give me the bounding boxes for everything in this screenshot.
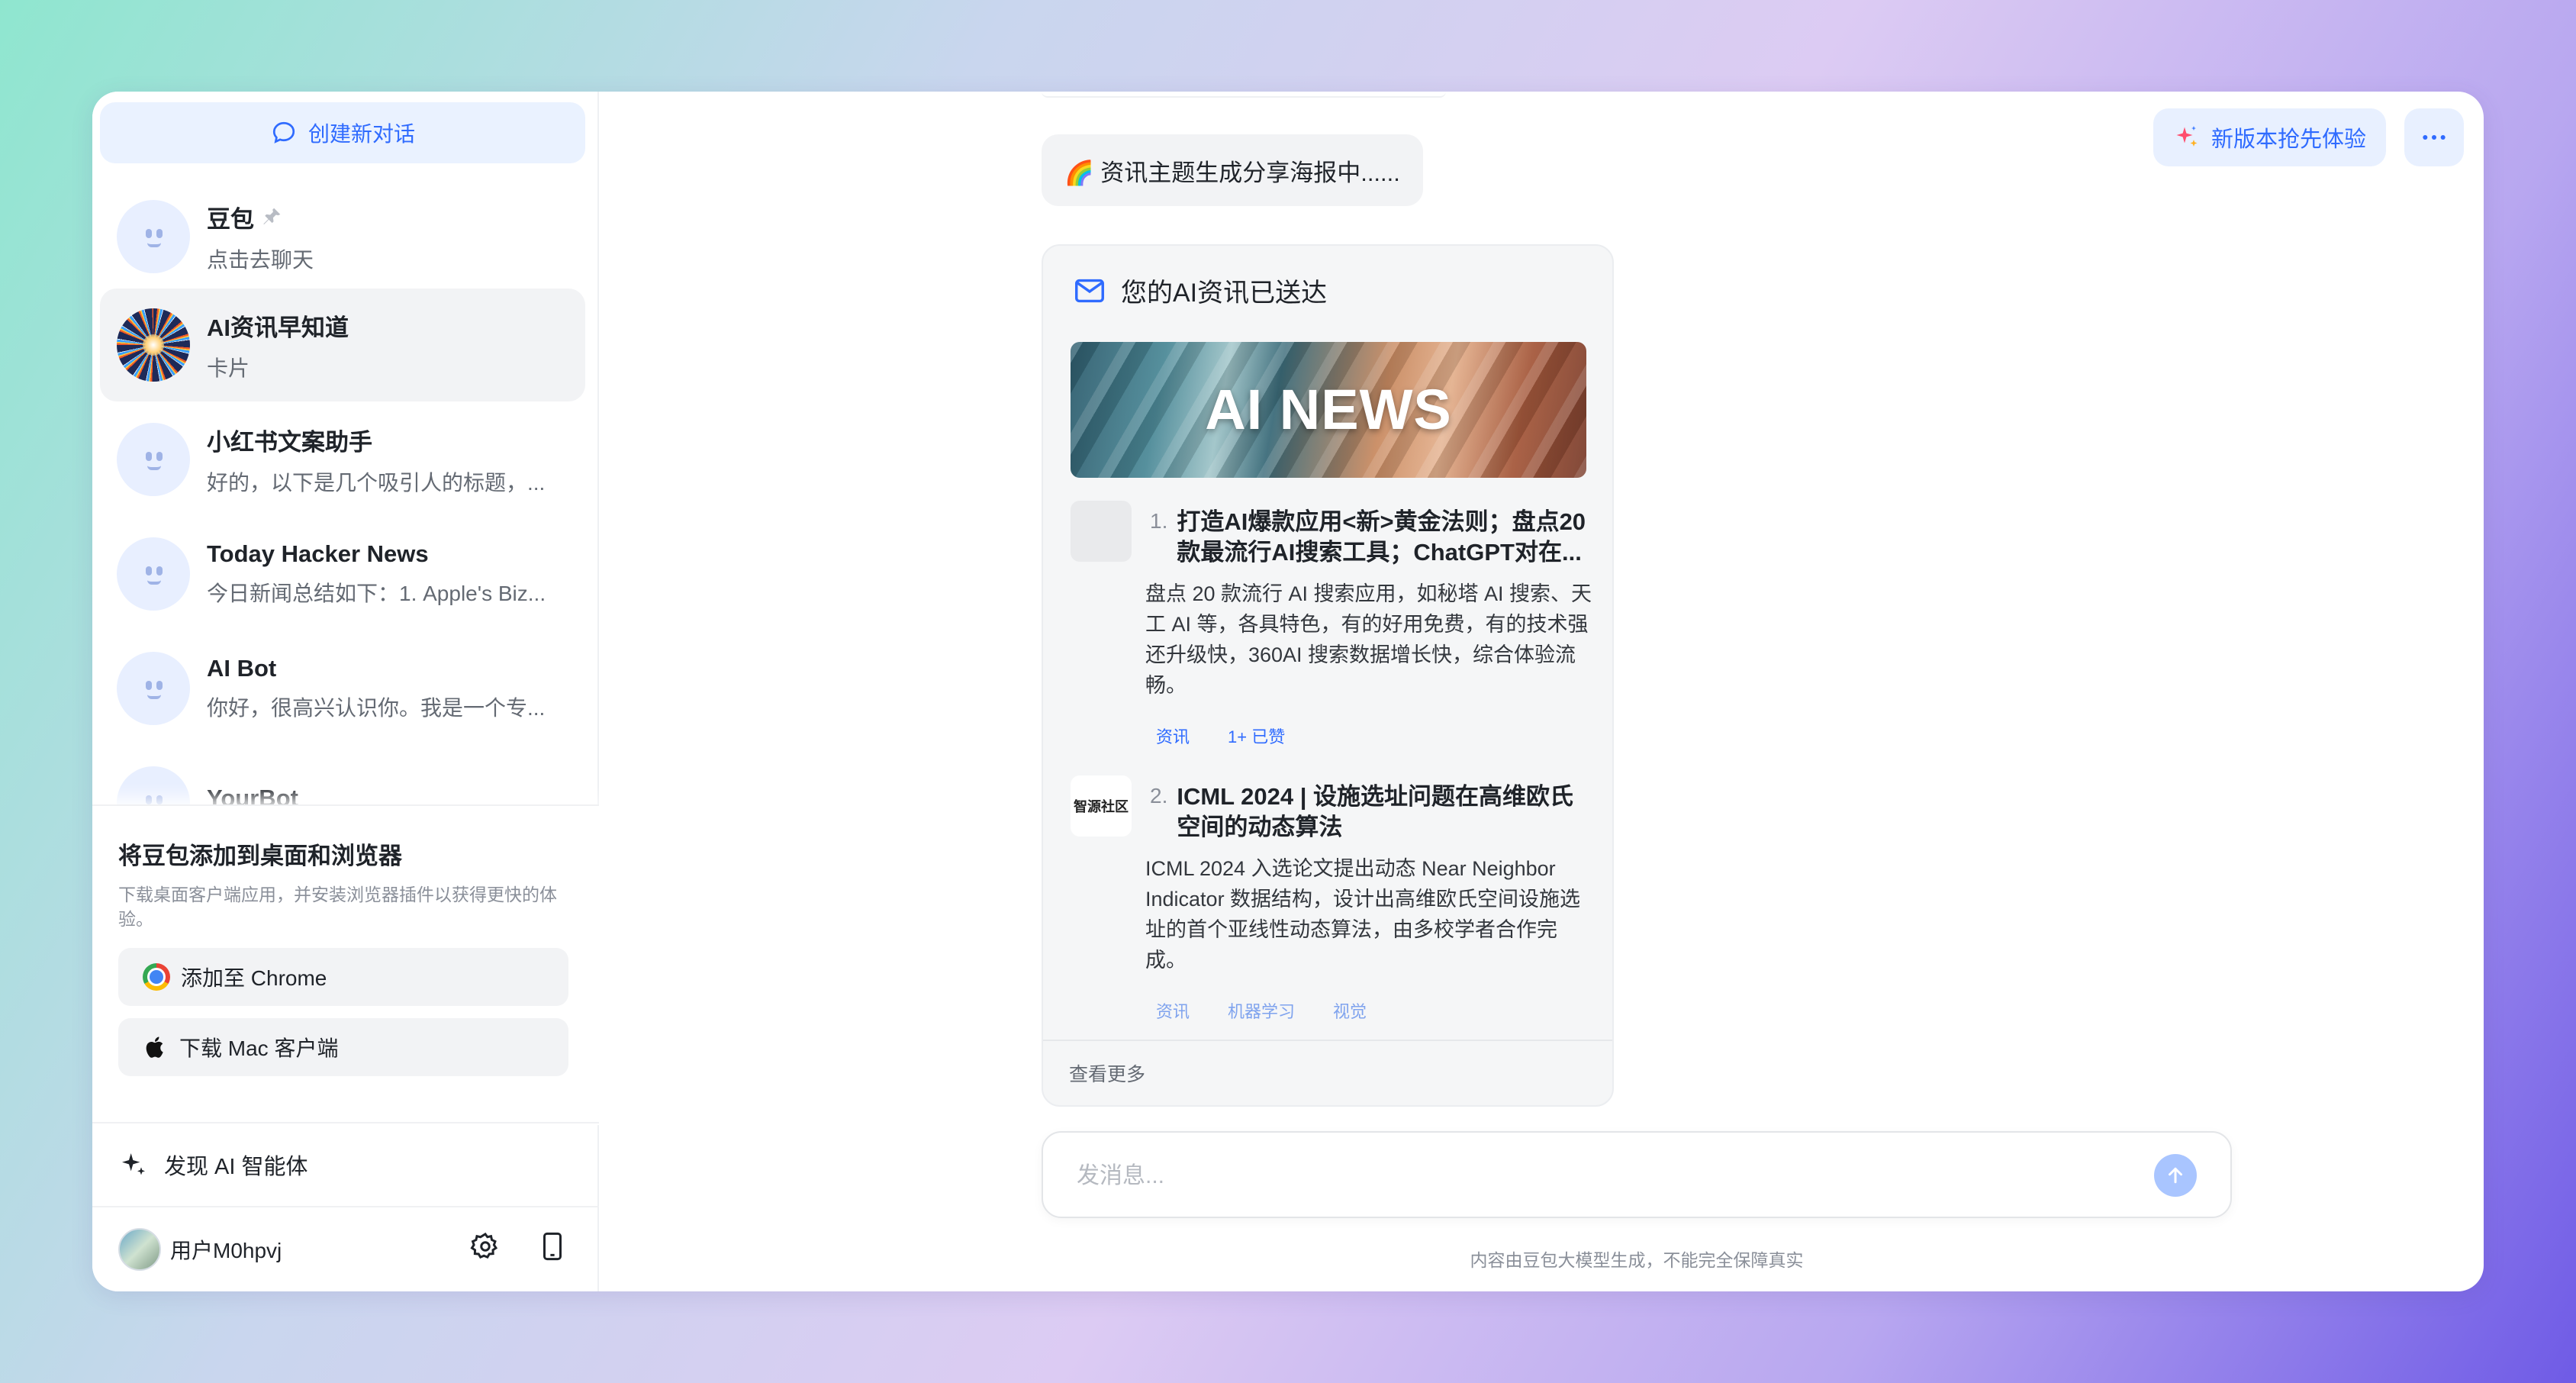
chat-item-xiaohongshu[interactable]: 小红书文案助手 好的，以下是几个吸引人的标题，... <box>100 403 585 516</box>
discover-agents-button[interactable]: 发现 AI 智能体 <box>92 1122 599 1207</box>
bot-avatar <box>117 652 190 725</box>
news-tag: 机器学习 <box>1228 1002 1296 1021</box>
discover-label: 发现 AI 智能体 <box>164 1155 308 1179</box>
bot-avatar <box>117 200 190 273</box>
chat-item-ai-bot[interactable]: AI Bot 你好，很高兴认识你。我是一个专... <box>100 632 585 745</box>
chat-subtitle: 卡片 <box>207 356 250 380</box>
more-dots-icon <box>2423 135 2446 140</box>
status-message: 🌈 资讯主题生成分享海报中...... <box>1042 134 1423 206</box>
chat-subtitle: 今日新闻总结如下：1. Apple's Biz... <box>207 582 546 605</box>
more-options-button[interactable] <box>2404 108 2464 166</box>
user-bar: 用户M0hpvj <box>92 1207 599 1291</box>
settings-gear-icon[interactable] <box>469 1230 501 1262</box>
status-message-text: 🌈 资讯主题生成分享海报中...... <box>1064 159 1400 186</box>
news-tags: 资讯 机器学习 视觉 <box>1156 998 1405 1023</box>
send-button[interactable] <box>2154 1154 2197 1197</box>
install-promo: 将豆包添加到桌面和浏览器 下载桌面客户端应用，并安装浏览器插件以获得更快的体验。… <box>92 804 599 1125</box>
chat-title: 小红书文案助手 <box>207 428 372 456</box>
card-title: 您的AI资讯已送达 <box>1121 279 1328 308</box>
news-tag: 资讯 <box>1156 727 1190 746</box>
chat-title: AI Bot <box>207 655 277 682</box>
news-title[interactable]: 打造AI爆款应用<新>黄金法则；盘点20款最流行AI搜索工具；ChatGPT对在… <box>1177 507 1592 568</box>
chrome-icon <box>143 963 170 991</box>
bot-avatar <box>117 537 190 611</box>
apple-icon <box>146 1036 163 1058</box>
news-summary: 盘点 20 款流行 AI 搜索应用，如秘塔 AI 搜索、天工 AI 等，各具特色… <box>1145 582 1592 697</box>
news-tags: 资讯 1+ 已赞 <box>1156 724 1323 748</box>
add-to-chrome-button[interactable]: 添加至 Chrome <box>118 948 568 1006</box>
user-name[interactable]: 用户M0hpvj <box>170 1234 282 1265</box>
arrow-up-icon <box>2169 1167 2182 1184</box>
news-title[interactable]: ICML 2024 | 设施选址问题在高维欧氏空间的动态算法 <box>1177 782 1592 843</box>
ai-news-avatar <box>117 308 190 382</box>
news-number: 2. <box>1150 784 1168 808</box>
promo-title: 将豆包添加到桌面和浏览器 <box>118 843 402 869</box>
download-mac-button[interactable]: 下载 Mac 客户端 <box>118 1018 568 1076</box>
chat-item-hacker-news[interactable]: Today Hacker News 今日新闻总结如下：1. Apple's Bi… <box>100 517 585 630</box>
chat-bubble-icon <box>272 121 295 143</box>
view-more-button[interactable]: 查看更多 <box>1043 1040 1612 1105</box>
bot-avatar <box>117 423 190 496</box>
message-input[interactable] <box>1077 1156 2130 1197</box>
news-card: 您的AI资讯已送达 AI NEWS 1. 打造AI爆款应用<新>黄金法则；盘点2… <box>1042 244 1614 1107</box>
chat-main: 新版本抢先体验 🌈 资讯主题生成分享海报中...... 您的AI资讯已送达 AI… <box>599 92 2484 1291</box>
news-source-logo: 智源社区 <box>1071 775 1132 837</box>
chat-subtitle: 点击去聊天 <box>207 247 314 272</box>
news-tag: 资讯 <box>1156 1002 1190 1021</box>
news-number: 1. <box>1150 509 1168 533</box>
view-more-label: 查看更多 <box>1069 1064 1146 1085</box>
new-chat-button[interactable]: 创建新对话 <box>100 102 585 163</box>
promo-description: 下载桌面客户端应用，并安装浏览器插件以获得更快的体验。 <box>118 885 557 929</box>
news-item[interactable]: 智源社区 2. ICML 2024 | 设施选址问题在高维欧氏空间的动态算法 I… <box>1071 775 1597 1035</box>
pin-icon <box>263 208 281 224</box>
chat-title: Today Hacker News <box>207 540 429 567</box>
previous-message-edge <box>1042 92 1446 98</box>
sparkle-icon <box>2176 126 2198 147</box>
app-window: 创建新对话 豆包 点击去聊天 AI资讯早知道 卡片 小红书文案助手 好的，以下是… <box>92 92 2484 1291</box>
try-new-version-button[interactable]: 新版本抢先体验 <box>2153 108 2386 166</box>
banner-text: AI NEWS <box>1205 378 1452 441</box>
new-chat-label: 创建新对话 <box>308 122 415 146</box>
message-input-box <box>1042 1131 2232 1218</box>
news-thumbnail <box>1071 501 1132 562</box>
add-to-chrome-label: 添加至 Chrome <box>181 966 327 990</box>
chat-title: AI资讯早知道 <box>207 314 349 341</box>
sparkle-icon <box>122 1153 145 1175</box>
chat-list: 豆包 点击去聊天 AI资讯早知道 卡片 小红书文案助手 好的，以下是几个吸引人的… <box>100 180 585 893</box>
sidebar: 创建新对话 豆包 点击去聊天 AI资讯早知道 卡片 小红书文案助手 好的，以下是… <box>92 92 599 1291</box>
mail-icon <box>1075 279 1104 302</box>
mobile-phone-icon[interactable] <box>536 1230 568 1262</box>
chat-title: 豆包 <box>207 205 254 233</box>
download-mac-label: 下载 Mac 客户端 <box>179 1036 339 1060</box>
chat-item-ai-news[interactable]: AI资讯早知道 卡片 <box>100 289 585 401</box>
user-avatar[interactable] <box>118 1228 161 1271</box>
ai-disclaimer: 内容由豆包大模型生成，不能完全保障真实 <box>1470 1250 1804 1270</box>
chat-subtitle: 好的，以下是几个吸引人的标题，... <box>207 470 546 495</box>
news-tag: 视觉 <box>1333 1002 1367 1021</box>
chat-subtitle: 你好，很高兴认识你。我是一个专... <box>207 696 546 720</box>
news-item[interactable]: 1. 打造AI爆款应用<新>黄金法则；盘点20款最流行AI搜索工具；ChatGP… <box>1071 501 1597 760</box>
top-right-actions: 新版本抢先体验 <box>2153 108 2464 166</box>
news-tag: 1+ 已赞 <box>1228 727 1286 746</box>
ai-news-banner: AI NEWS <box>1071 342 1586 478</box>
chat-item-doubao[interactable]: 豆包 点击去聊天 <box>100 180 585 293</box>
news-summary: ICML 2024 入选论文提出动态 Near Neighbor Indicat… <box>1145 857 1581 972</box>
try-new-version-label: 新版本抢先体验 <box>2211 127 2366 152</box>
